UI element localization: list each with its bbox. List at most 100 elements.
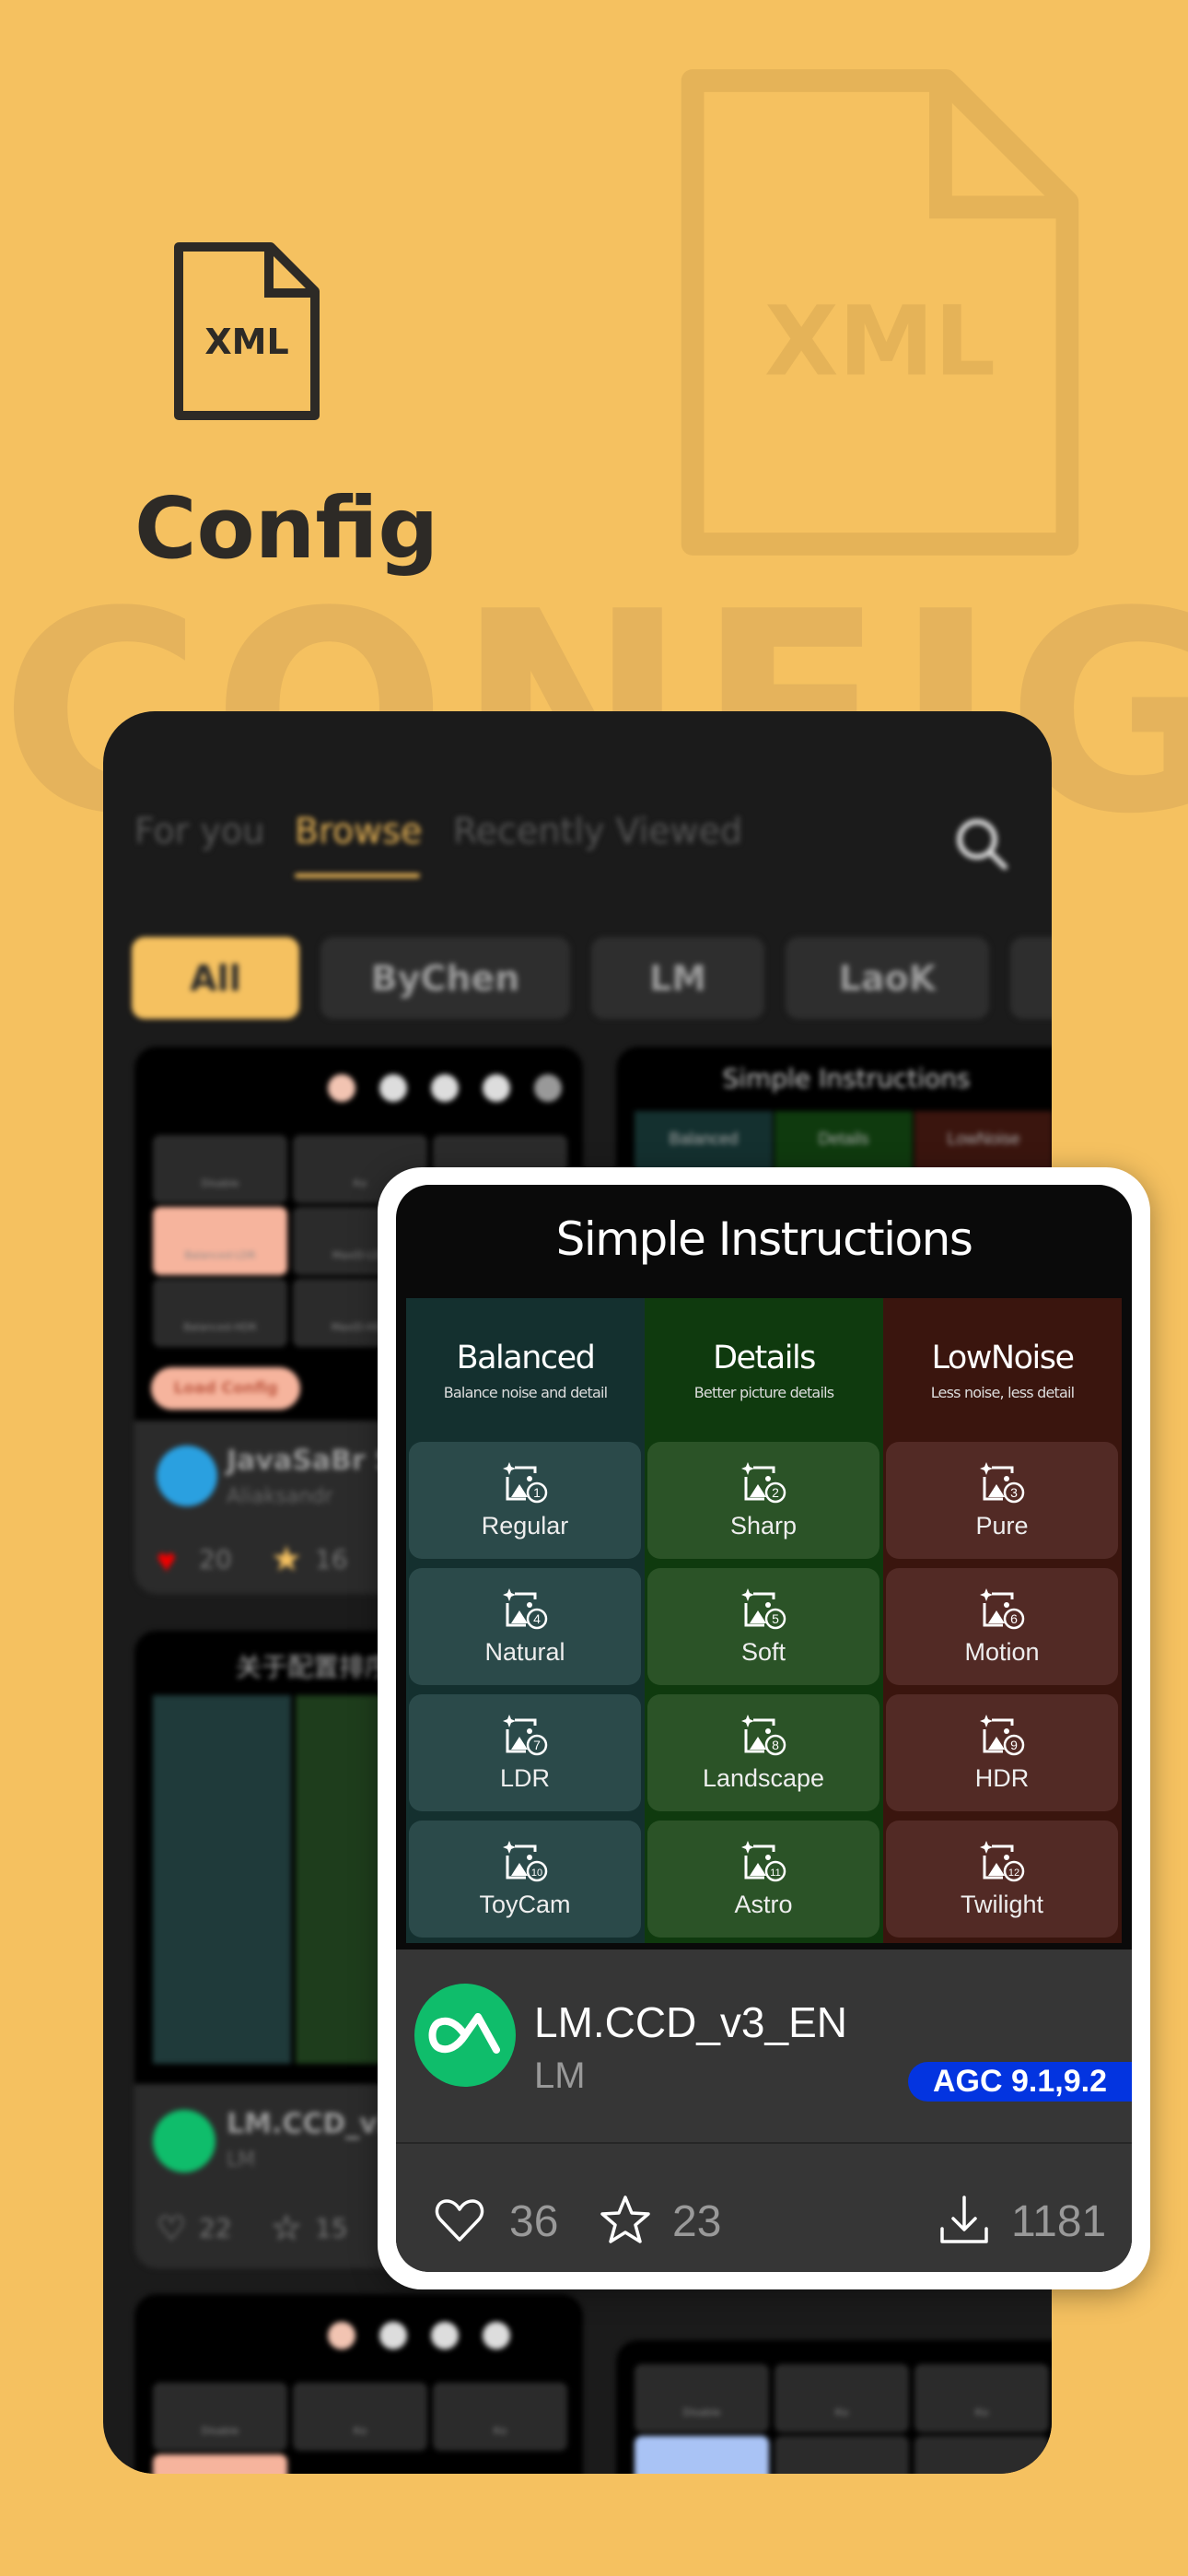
star-outline-icon[interactable]: ☆ (271, 2207, 302, 2249)
image-sparkle-icon: 1 (503, 1462, 548, 1504)
star-icon[interactable] (599, 2194, 652, 2247)
mode-button[interactable]: 9 HDR (886, 1694, 1118, 1811)
svg-text:12: 12 (1008, 1868, 1019, 1879)
chip-bychen[interactable]: ByChen (320, 937, 570, 1019)
preset-tile[interactable] (775, 2436, 909, 2474)
mode-button[interactable]: 10 ToyCam (409, 1821, 641, 1938)
likes-count: 22 (199, 2213, 232, 2243)
stars-count: 15 (315, 2213, 348, 2243)
svg-text:4: 4 (533, 1611, 541, 1626)
column-name: Balanced (456, 1340, 596, 1376)
svg-text:3: 3 (1010, 1485, 1018, 1500)
svg-text:1: 1 (533, 1485, 541, 1500)
image-sparkle-icon: 3 (980, 1462, 1025, 1504)
svg-text:8: 8 (772, 1738, 779, 1752)
config-card[interactable]: Disable Ко Ко (616, 2340, 1052, 2474)
tab-for-you[interactable]: For you (134, 811, 264, 851)
card-footer: LM.CCD_v3_EN LM AGC 9.1,9.2 36 23 1181 (396, 1950, 1132, 2272)
download-icon[interactable] (938, 2194, 991, 2247)
heart-outline-icon[interactable]: ♡ (157, 2209, 186, 2248)
image-sparkle-icon: 9 (980, 1715, 1025, 1756)
preset-tile-selected[interactable] (635, 2436, 769, 2474)
lm-avatar (153, 2110, 215, 2172)
preset-tile[interactable]: Ко (775, 2364, 909, 2432)
preset-tile-selected[interactable]: Balanced-LDR (153, 1207, 287, 1275)
image-sparkle-icon: 8 (741, 1715, 786, 1756)
svg-text:6: 6 (1010, 1611, 1018, 1626)
mode-button[interactable]: 3 Pure (886, 1442, 1118, 1559)
config-author: LM (227, 2149, 256, 2172)
svg-text:5: 5 (772, 1611, 779, 1626)
mode-label: Landscape (702, 1764, 825, 1792)
mode-label: Regular (481, 1512, 569, 1540)
image-sparkle-icon: 2 (741, 1462, 786, 1504)
instructions-title: Simple Instructions (555, 1212, 973, 1266)
mode-button[interactable]: 4 Natural (409, 1568, 641, 1685)
color-dot (431, 2322, 459, 2349)
mode-label: HDR (974, 1764, 1030, 1792)
search-icon[interactable] (952, 814, 1011, 873)
heart-icon[interactable] (433, 2194, 486, 2247)
mode-label: Motion (964, 1638, 1040, 1666)
tab-browse[interactable]: Browse (295, 811, 422, 851)
tab-recently-viewed[interactable]: Recently Viewed (453, 811, 742, 851)
config-author: LM (534, 2055, 586, 2096)
mode-button[interactable]: 11 Astro (647, 1821, 879, 1938)
column-name: Details (713, 1340, 816, 1376)
mode-label: Pure (975, 1512, 1029, 1540)
preset-tile[interactable] (914, 2436, 1049, 2474)
preset-tile[interactable]: Ко (433, 2383, 567, 2451)
stars-count: 23 (672, 2197, 722, 2246)
chip-more[interactable] (1010, 937, 1052, 1019)
chip-laok[interactable]: LaoK (786, 937, 989, 1019)
color-dot (379, 2322, 407, 2349)
preset-tile[interactable]: Disable (153, 1135, 287, 1203)
preset-tile[interactable]: Ко (293, 2383, 427, 2451)
mode-button[interactable]: 12 Twilight (886, 1821, 1118, 1938)
svg-text:XML: XML (204, 322, 288, 362)
preset-tile[interactable]: Disable (635, 2364, 769, 2432)
chip-lm[interactable]: LM (591, 937, 764, 1019)
featured-config-card[interactable]: Simple Instructions Balanced Balance noi… (378, 1167, 1150, 2289)
version-badge: AGC 9.1,9.2 (908, 2062, 1132, 2102)
mode-button[interactable]: 8 Landscape (647, 1694, 879, 1811)
mode-column-balanced: Balanced Balance noise and detail 1 Regu… (406, 1298, 645, 1943)
image-sparkle-icon: 7 (503, 1715, 548, 1756)
preset-tile[interactable]: Ко (914, 2364, 1049, 2432)
downloads-count: 1181 (1011, 2197, 1107, 2246)
svg-text:XML: XML (764, 285, 996, 397)
preset-tile[interactable]: Disable (153, 2383, 287, 2451)
mode-column-details: Details Better picture details 2 Sharp 5 (645, 1298, 883, 1943)
mode-button[interactable]: 5 Soft (647, 1568, 879, 1685)
mode-button[interactable]: 6 Motion (886, 1568, 1118, 1685)
image-sparkle-icon: 5 (741, 1588, 786, 1630)
image-sparkle-icon: 6 (980, 1588, 1025, 1630)
column-subtitle: Less noise, less detail (930, 1384, 1075, 1401)
svg-text:2: 2 (772, 1485, 779, 1500)
preset-tile[interactable]: Balanced-HDR (153, 1279, 287, 1347)
column-name: LowNoise (931, 1340, 1075, 1376)
lm-logo-icon (428, 2013, 500, 2054)
config-card[interactable]: Disable Ко Ко (134, 2294, 583, 2474)
load-config-button[interactable]: Load Config (151, 1367, 300, 1410)
mode-button[interactable]: 2 Sharp (647, 1442, 879, 1559)
config-name: LM.CCD_v3_EN (534, 1998, 847, 2046)
stars-count: 16 (315, 1544, 348, 1575)
mode-label: Soft (740, 1638, 786, 1666)
heart-filled-icon[interactable]: ♥ (157, 1541, 176, 1580)
telegram-avatar (157, 1446, 217, 1506)
hero-title: Config (134, 479, 439, 578)
mode-button[interactable]: 1 Regular (409, 1442, 641, 1559)
divider (396, 2142, 1132, 2144)
preview-column (153, 1695, 291, 2064)
mode-label: Sharp (729, 1512, 798, 1540)
mode-label: Astro (734, 1891, 793, 1918)
color-dot (328, 1074, 355, 1102)
mode-button[interactable]: 7 LDR (409, 1694, 641, 1811)
chip-all[interactable]: All (132, 937, 299, 1019)
image-sparkle-icon: 12 (980, 1841, 1025, 1882)
config-preview-title: Simple Instructions (722, 1063, 971, 1094)
star-filled-icon[interactable]: ★ (271, 1539, 302, 1580)
xml-file-icon: XML (174, 242, 320, 420)
preset-tile-selected[interactable] (153, 2454, 287, 2474)
